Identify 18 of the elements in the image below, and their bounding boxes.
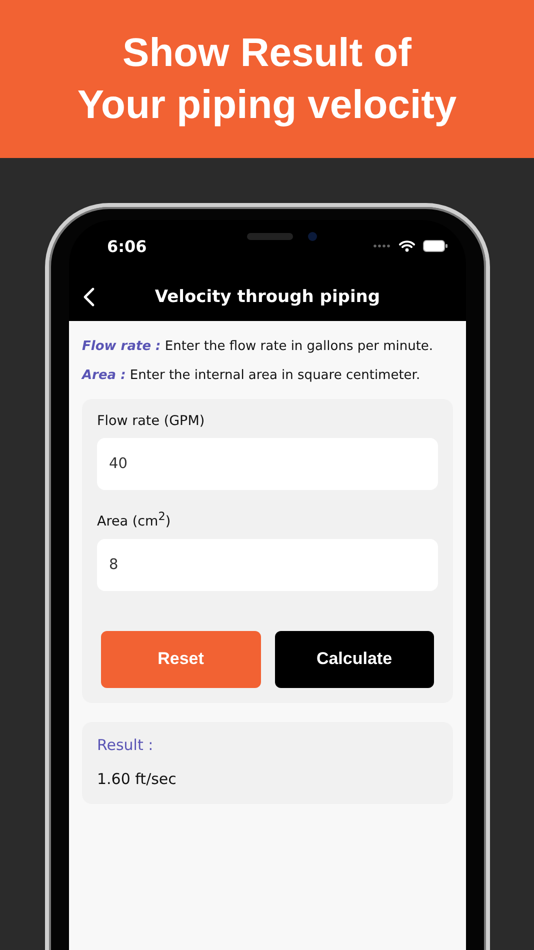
speaker-icon: [247, 233, 293, 240]
instruction-text: Flow rate : Enter the flow rate in gallons per minute.: [82, 339, 434, 354]
input-field[interactable]: 40: [97, 438, 438, 490]
input-field[interactable]: 8: [97, 538, 438, 590]
back-icon[interactable]: [83, 287, 95, 307]
result-label: Result :: [97, 736, 154, 754]
signal-icon: [373, 244, 391, 248]
field-label: Area (cm$^{2}$): [97, 510, 172, 530]
screen-title: Velocity through piping: [154, 286, 380, 306]
instruction-text: Area : Enter the internal area in square centimeter.: [82, 368, 422, 383]
banner-headline: Show Result of: [122, 30, 412, 77]
status-time: 6:06: [107, 236, 147, 256]
field-label: Flow rate (GPM): [97, 413, 206, 429]
result-value: 1.60 ft/sec: [97, 770, 178, 788]
wifi-icon: [399, 240, 415, 252]
battery-icon: [423, 240, 448, 252]
calculate-button[interactable]: Calculate: [274, 630, 434, 688]
banner-headline: Your piping velocity: [77, 82, 457, 129]
